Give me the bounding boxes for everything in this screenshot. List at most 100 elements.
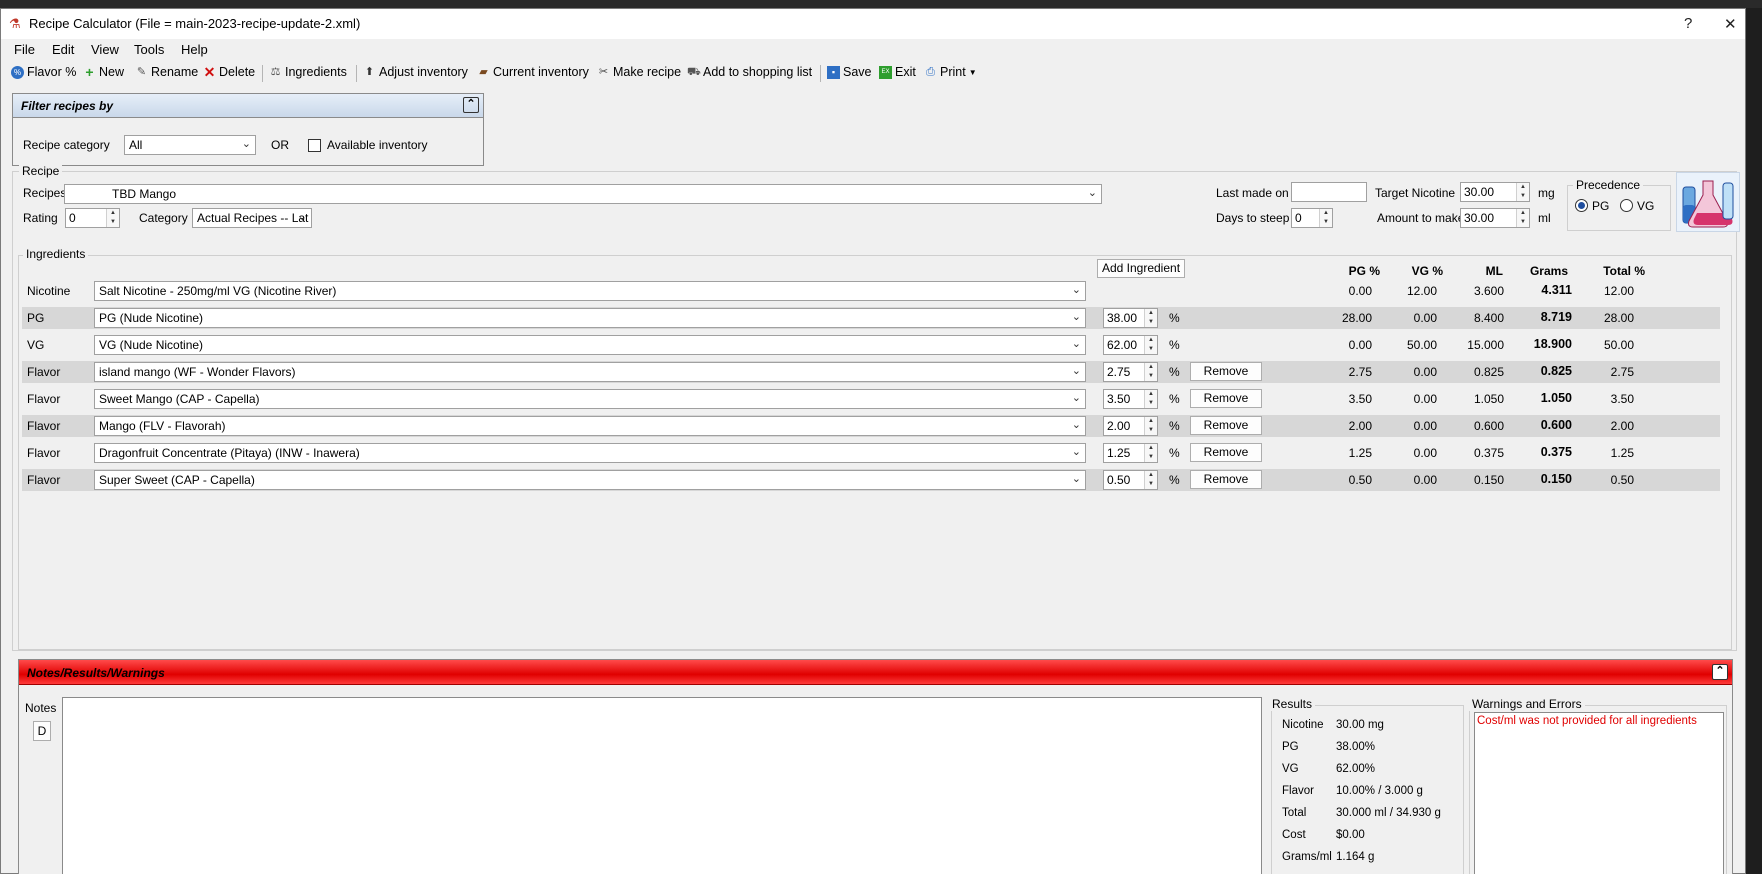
remove-button[interactable]: Remove	[1190, 362, 1262, 381]
target-nicotine-unit: mg	[1538, 186, 1555, 200]
spinner-arrows-icon[interactable]: ▲ ▼	[1516, 209, 1529, 227]
menu-view[interactable]: View	[91, 42, 119, 57]
ingredient-pct-spinner[interactable]: 3.50 ▲ ▼	[1103, 389, 1158, 409]
ingredient-select[interactable]: island mango (WF - Wonder Flavors) ⌄	[94, 362, 1086, 382]
exit-button[interactable]: EX Exit	[879, 65, 916, 79]
taskbar-strip	[0, 0, 1762, 8]
percent-icon: %	[11, 65, 24, 79]
current-inventory-button[interactable]: ▰ Current inventory	[477, 65, 589, 79]
recipe-category-select[interactable]: All ⌄	[124, 135, 256, 155]
result-value: 62.00%	[1336, 763, 1376, 775]
ingredient-pct-spinner[interactable]: 1.25 ▲ ▼	[1103, 443, 1158, 463]
exit-icon: EX	[879, 65, 892, 79]
ml-value: 8.400	[1473, 311, 1504, 325]
date-stamp-button[interactable]: D	[33, 721, 51, 741]
category-select[interactable]: Actual Recipes -- Lat ⌄	[192, 208, 312, 228]
make-recipe-button[interactable]: ✂ Make recipe	[597, 65, 681, 79]
ingredient-pct-spinner[interactable]: 2.75 ▲ ▼	[1103, 362, 1158, 382]
toolbar-separator	[820, 65, 821, 82]
collapse-icon[interactable]: ⌃	[1712, 664, 1728, 680]
result-label: Nicotine	[1282, 719, 1324, 731]
spinner-arrows-icon[interactable]: ▲ ▼	[1516, 183, 1529, 201]
precedence-pg-radio[interactable]	[1575, 199, 1588, 212]
ml-value: 0.825	[1473, 365, 1504, 379]
remove-button[interactable]: Remove	[1190, 443, 1262, 462]
toolbar: % Flavor % + New ✎ Rename ✕ Delete ⚖ Ing…	[1, 61, 1745, 85]
flavor-pct-button[interactable]: % Flavor %	[11, 65, 76, 79]
percent-sign: %	[1169, 311, 1180, 325]
pg-pct-value: 2.00	[1348, 419, 1372, 433]
ingredient-select[interactable]: Sweet Mango (CAP - Capella) ⌄	[94, 389, 1086, 409]
chevron-down-icon: ⌄	[1071, 311, 1081, 323]
ingredient-select[interactable]: Super Sweet (CAP - Capella) ⌄	[94, 470, 1086, 490]
print-button[interactable]: ⎙ Print ▼	[924, 65, 977, 79]
vg-pct-value: 0.00	[1413, 446, 1437, 460]
collapse-icon[interactable]: ⌃	[463, 97, 479, 113]
recipe-select[interactable]: TBD Mango ⌄	[64, 184, 1102, 204]
spinner-arrows-icon[interactable]: ▲ ▼	[1319, 209, 1332, 227]
spinner-arrows-icon[interactable]: ▲ ▼	[1144, 309, 1157, 327]
menu-help[interactable]: Help	[181, 42, 208, 57]
remove-button[interactable]: Remove	[1190, 416, 1262, 435]
help-button[interactable]: ?	[1684, 15, 1692, 32]
save-button[interactable]: ▪ Save	[827, 65, 872, 79]
spinner-arrows-icon[interactable]: ▲ ▼	[1144, 417, 1157, 435]
window-title: Recipe Calculator (File = main-2023-reci…	[29, 16, 361, 31]
adjust-inventory-button[interactable]: ⬆ Adjust inventory	[363, 65, 468, 79]
precedence-label: Precedence	[1573, 178, 1644, 192]
remove-button[interactable]: Remove	[1190, 470, 1262, 489]
spinner-arrows-icon[interactable]: ▲ ▼	[1144, 336, 1157, 354]
pg-pct-value: 2.75	[1348, 365, 1372, 379]
remove-button[interactable]: Remove	[1190, 389, 1262, 408]
amount-spinner[interactable]: 30.00 ▲ ▼	[1460, 208, 1530, 228]
last-made-field[interactable]	[1291, 182, 1367, 202]
spinner-arrows-icon[interactable]: ▲ ▼	[1144, 444, 1157, 462]
ingredient-pct-spinner[interactable]: 62.00 ▲ ▼	[1103, 335, 1158, 355]
target-nicotine-spinner[interactable]: 30.00 ▲ ▼	[1460, 182, 1530, 202]
grams-value: 0.375	[1540, 445, 1572, 459]
filter-title: Filter recipes by	[21, 99, 114, 113]
days-steep-label: Days to steep	[1216, 211, 1290, 225]
spinner-arrows-icon[interactable]: ▲ ▼	[1144, 390, 1157, 408]
spinner-arrows-icon[interactable]: ▲ ▼	[106, 209, 119, 227]
ml-value: 15.000	[1467, 338, 1504, 352]
recipe-group-label: Recipe	[19, 164, 63, 178]
precedence-vg-radio[interactable]	[1620, 199, 1633, 212]
ingredient-select[interactable]: Mango (FLV - Flavorah) ⌄	[94, 416, 1086, 436]
header-pg-pct: PG %	[1348, 264, 1380, 278]
available-inventory-checkbox[interactable]	[308, 139, 321, 152]
ingredient-select[interactable]: VG (Nude Nicotine) ⌄	[94, 335, 1086, 355]
percent-sign: %	[1169, 473, 1180, 487]
close-button[interactable]: ✕	[1724, 15, 1737, 33]
ingredients-button[interactable]: ⚖ Ingredients	[269, 65, 347, 79]
grams-value: 18.900	[1533, 337, 1572, 351]
ingredient-select[interactable]: PG (Nude Nicotine) ⌄	[94, 308, 1086, 328]
ingredient-pct-spinner[interactable]: 0.50 ▲ ▼	[1103, 470, 1158, 490]
warnings-label: Warnings and Errors	[1469, 697, 1585, 711]
days-steep-spinner[interactable]: 0 ▲ ▼	[1291, 208, 1333, 228]
total-pct-value: 50.00	[1603, 338, 1634, 352]
ingredient-pct-spinner[interactable]: 38.00 ▲ ▼	[1103, 308, 1158, 328]
rating-spinner[interactable]: 0 ▲ ▼	[65, 208, 120, 228]
result-value: 1.164 g	[1336, 851, 1375, 863]
rename-icon: ✎	[136, 65, 147, 78]
spinner-arrows-icon[interactable]: ▲ ▼	[1144, 363, 1157, 381]
rename-button[interactable]: ✎ Rename	[135, 65, 198, 79]
result-label: Cost	[1282, 829, 1306, 841]
printer-icon: ⎙	[926, 65, 935, 78]
add-ingredient-button[interactable]: Add Ingredient	[1097, 259, 1185, 278]
ingredient-select[interactable]: Dragonfruit Concentrate (Pitaya) (INW - …	[94, 443, 1086, 463]
vg-pct-value: 12.00	[1406, 284, 1437, 298]
total-pct-value: 2.75	[1610, 365, 1634, 379]
delete-button[interactable]: ✕ Delete	[203, 65, 256, 80]
ingredient-pct-spinner[interactable]: 2.00 ▲ ▼	[1103, 416, 1158, 436]
menu-edit[interactable]: Edit	[52, 42, 74, 57]
menu-file[interactable]: File	[14, 42, 35, 57]
menu-tools[interactable]: Tools	[134, 42, 164, 57]
grams-value: 1.050	[1540, 391, 1572, 405]
new-button[interactable]: + New	[83, 65, 124, 80]
spinner-arrows-icon[interactable]: ▲ ▼	[1144, 471, 1157, 489]
add-shopping-button[interactable]: ⛟ Add to shopping list	[687, 65, 812, 79]
notes-textarea[interactable]	[62, 697, 1262, 880]
ingredient-select[interactable]: Salt Nicotine - 250mg/ml VG (Nicotine Ri…	[94, 281, 1086, 301]
